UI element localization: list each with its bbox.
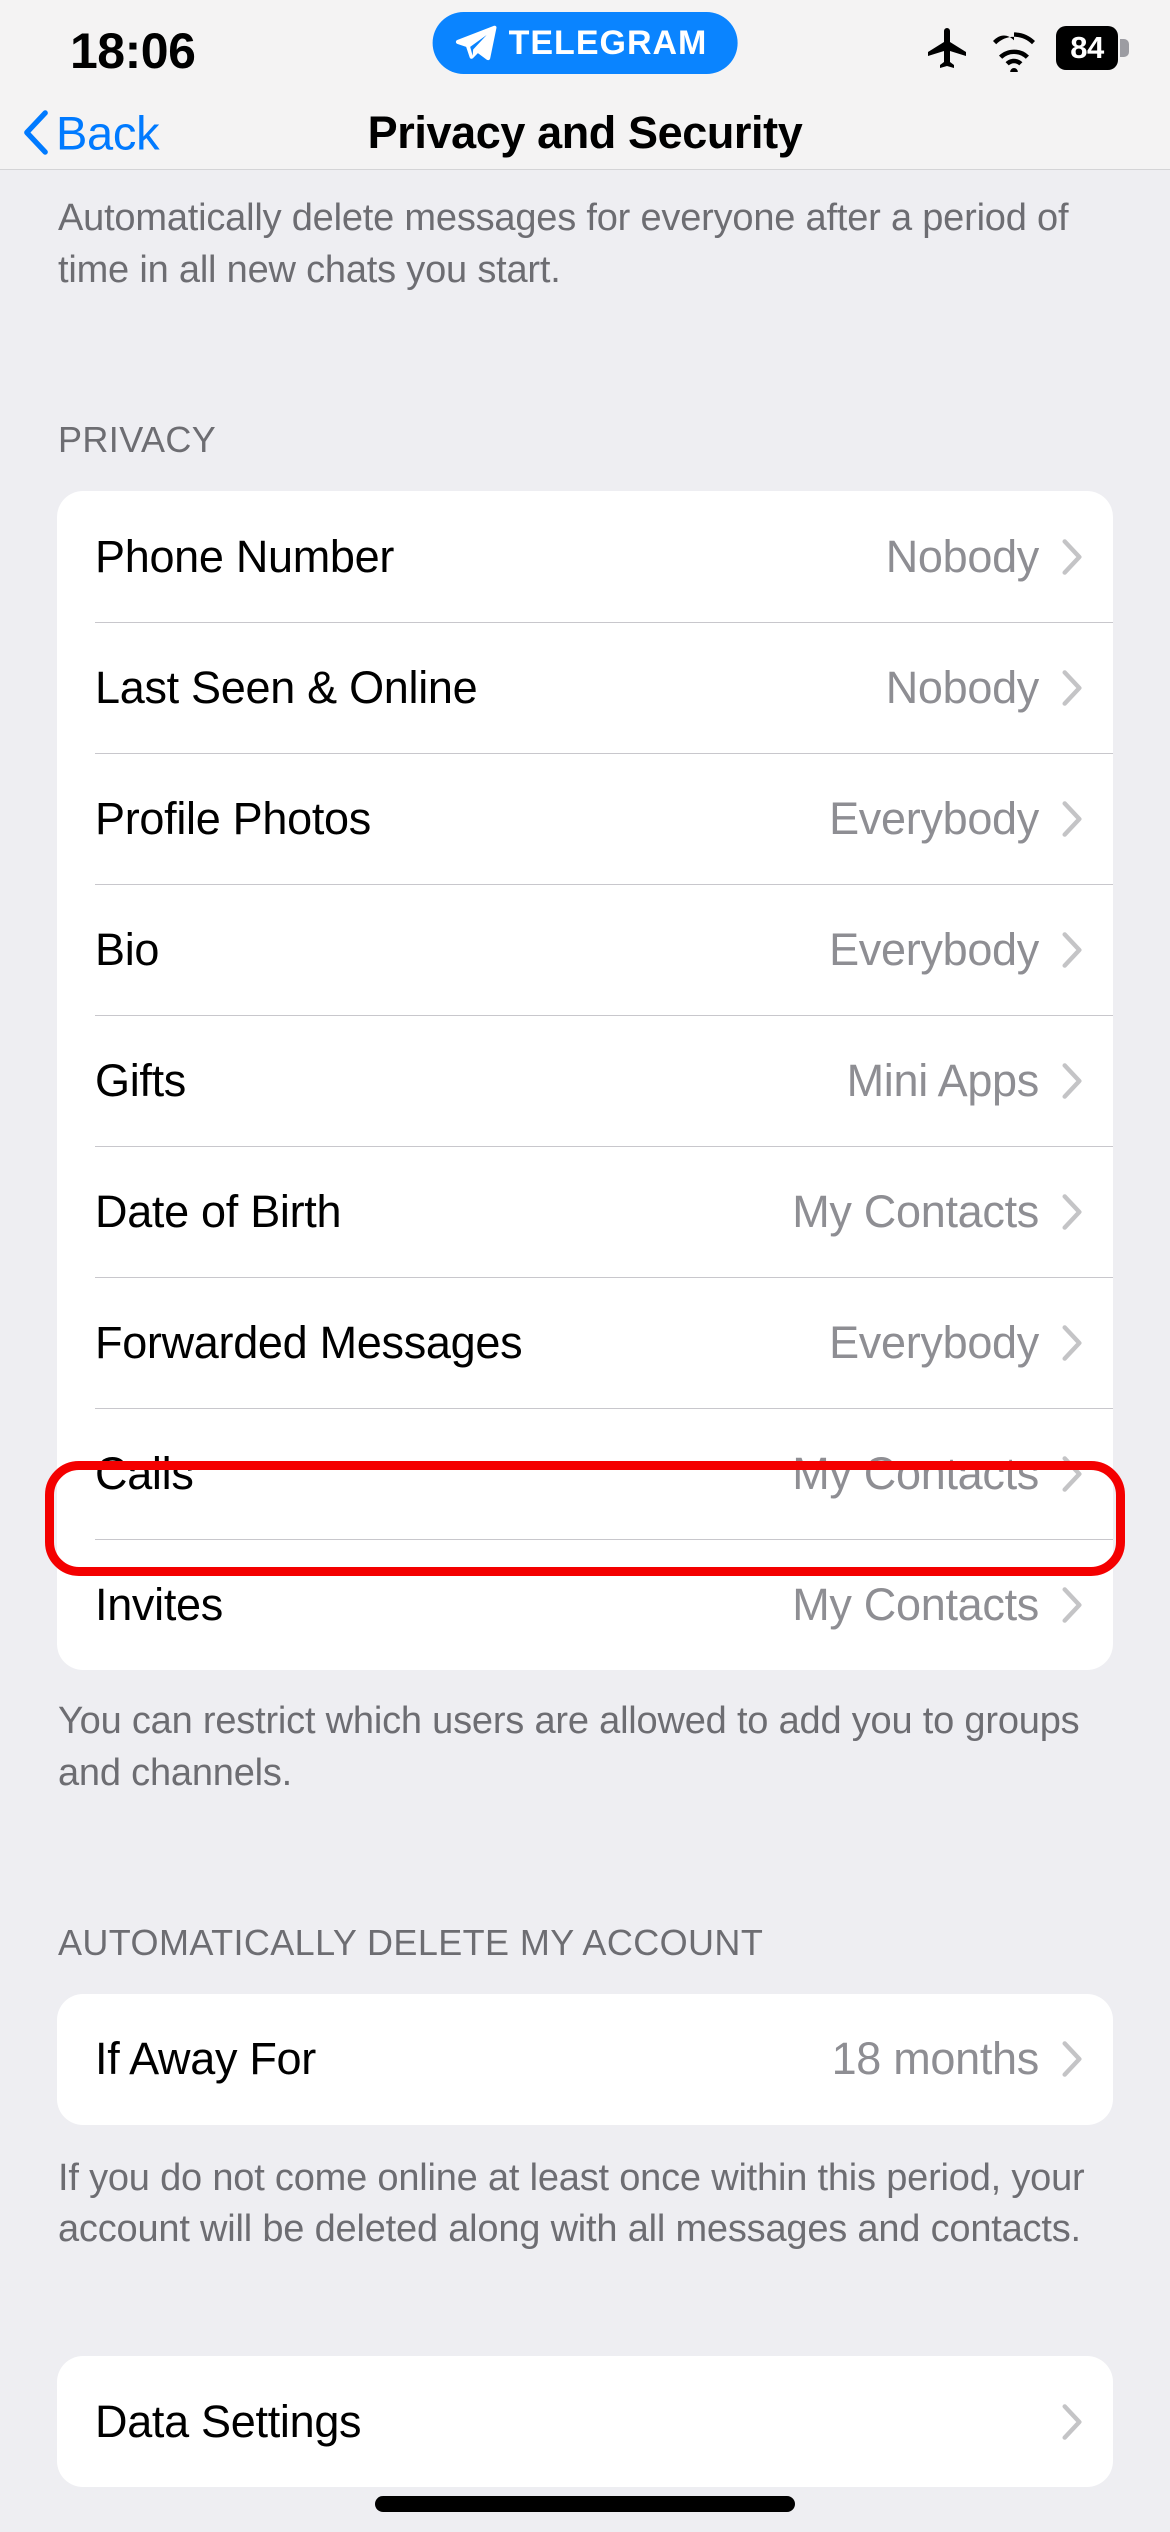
row-value: My Contacts — [792, 1185, 1039, 1237]
chevron-right-icon — [1062, 932, 1082, 968]
row-value: Everybody — [829, 1316, 1039, 1368]
airplane-mode-icon — [928, 28, 966, 68]
status-bar: 18:06 TELEGRAM 84 — [0, 0, 1170, 96]
chevron-right-icon — [1062, 1325, 1082, 1361]
chevron-right-icon — [1062, 801, 1082, 837]
row-accessory: My Contacts — [792, 1579, 1083, 1631]
auto-delete-messages-footnote: Automatically delete messages for everyo… — [58, 197, 1069, 291]
row-label: Forwarded Messages — [95, 1316, 523, 1368]
settings-row-invites[interactable]: Invites My Contacts — [57, 1539, 1113, 1670]
chevron-right-icon — [1062, 539, 1082, 575]
phone-screen: 18:06 TELEGRAM 84 Back Privacy and Secur… — [0, 0, 1170, 2532]
row-label: Phone Number — [95, 530, 395, 582]
battery-indicator: 84 — [1056, 26, 1129, 70]
row-value: Everybody — [829, 923, 1039, 975]
chevron-right-icon — [1062, 670, 1082, 706]
privacy-section-header: PRIVACY — [58, 419, 217, 461]
row-accessory: Mini Apps — [847, 1055, 1083, 1107]
row-label: If Away For — [95, 2033, 316, 2085]
back-button-label: Back — [56, 106, 160, 159]
row-value: 18 months — [831, 2033, 1040, 2085]
row-value: Mini Apps — [846, 1054, 1040, 1106]
auto-delete-account-section-header: AUTOMATICALLY DELETE MY ACCOUNT — [58, 1921, 764, 1963]
home-indicator[interactable] — [375, 2496, 795, 2512]
row-label: Invites — [95, 1578, 223, 1630]
settings-row-forwarded-messages[interactable]: Forwarded Messages Everybody — [57, 1277, 1113, 1408]
row-label: Date of Birth — [95, 1185, 342, 1237]
settings-row-profile-photos[interactable]: Profile Photos Everybody — [57, 753, 1113, 884]
navigation-bar: Back Privacy and Security — [0, 96, 1170, 170]
row-label: Calls — [95, 1447, 194, 1499]
row-accessory: Nobody — [886, 531, 1083, 583]
auto-delete-account-card: If Away For 18 months — [57, 1993, 1113, 2125]
row-value: Nobody — [885, 530, 1040, 582]
row-value: Nobody — [885, 661, 1040, 713]
row-accessory: My Contacts — [792, 1186, 1083, 1238]
dynamic-island-telegram-pill[interactable]: TELEGRAM — [432, 12, 738, 74]
row-accessory — [1039, 2403, 1083, 2441]
row-accessory: Everybody — [829, 924, 1083, 976]
settings-row-gifts[interactable]: Gifts Mini Apps — [57, 1015, 1113, 1146]
back-button[interactable]: Back — [22, 105, 160, 160]
wifi-icon — [993, 32, 1035, 72]
row-label: Gifts — [95, 1054, 187, 1106]
row-label: Data Settings — [95, 2395, 362, 2447]
settings-row-bio[interactable]: Bio Everybody — [57, 884, 1113, 1015]
chevron-left-icon — [24, 110, 48, 155]
settings-row-if-away-for[interactable]: If Away For 18 months — [57, 1994, 1113, 2125]
row-label: Bio — [95, 923, 160, 975]
battery-level-text: 84 — [1070, 30, 1104, 65]
privacy-settings-card: Phone Number Nobody Last Seen & Online N… — [57, 491, 1113, 1671]
status-bar-clock: 18:06 — [70, 23, 196, 79]
invites-footnote: You can restrict which users are allowed… — [58, 1700, 1080, 1795]
settings-row-date-of-birth[interactable]: Date of Birth My Contacts — [57, 1146, 1113, 1277]
chevron-right-icon — [1062, 2403, 1082, 2440]
row-accessory: My Contacts — [792, 1448, 1083, 1500]
chevron-right-icon — [1062, 1063, 1082, 1099]
chevron-right-icon — [1062, 2041, 1082, 2077]
telegram-plane-icon — [455, 25, 497, 61]
settings-row-calls[interactable]: Calls My Contacts — [57, 1408, 1113, 1539]
page-title: Privacy and Security — [367, 106, 803, 158]
row-label: Last Seen & Online — [95, 661, 478, 713]
row-value: My Contacts — [792, 1447, 1039, 1499]
status-bar-indicators: 84 — [924, 24, 1129, 72]
settings-row-phone-number[interactable]: Phone Number Nobody — [57, 491, 1113, 622]
auto-delete-account-footnote: If you do not come online at least once … — [58, 2156, 1085, 2251]
row-label: Profile Photos — [95, 792, 371, 844]
row-accessory: Everybody — [829, 1317, 1083, 1369]
chevron-right-icon — [1062, 1194, 1082, 1230]
row-value: Everybody — [829, 792, 1039, 844]
data-settings-card: Data Settings — [57, 2356, 1113, 2488]
settings-row-data-settings[interactable]: Data Settings — [57, 2356, 1113, 2487]
settings-row-last-seen-online[interactable]: Last Seen & Online Nobody — [57, 622, 1113, 753]
chevron-right-icon — [1062, 1456, 1082, 1492]
row-value: My Contacts — [792, 1578, 1039, 1630]
settings-scroll-view[interactable]: Automatically delete messages for everyo… — [0, 171, 1170, 2532]
chevron-right-icon — [1062, 1587, 1082, 1623]
row-accessory: 18 months — [832, 2033, 1083, 2085]
row-accessory: Everybody — [829, 793, 1083, 845]
row-accessory: Nobody — [886, 662, 1083, 714]
dynamic-island-label: TELEGRAM — [508, 23, 708, 62]
